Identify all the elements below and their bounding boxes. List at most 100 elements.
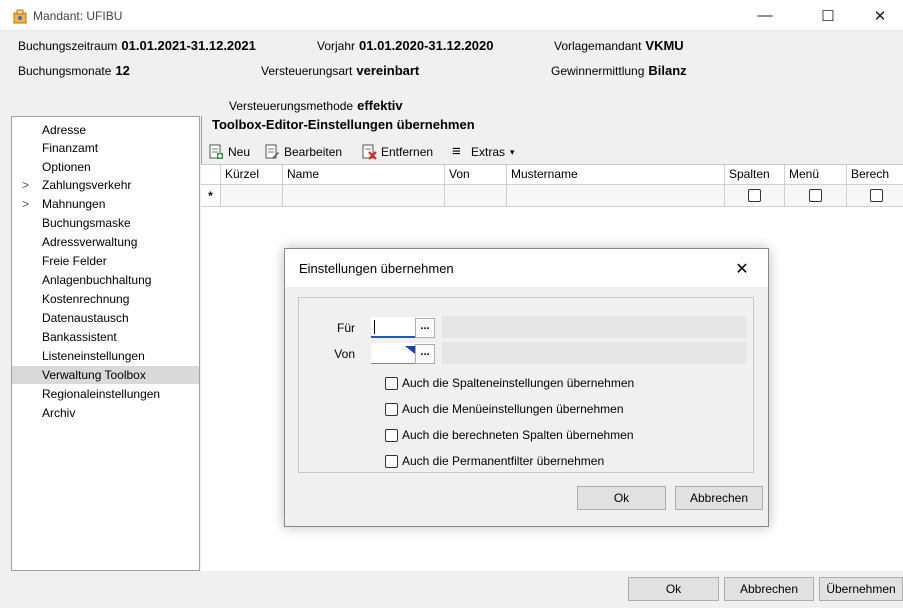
- option-checkbox[interactable]: [385, 428, 398, 442]
- nav-item-anlagenbuchhaltung[interactable]: Anlagenbuchhaltung: [12, 271, 199, 289]
- column-header-kuerzel[interactable]: Kürzel: [221, 165, 283, 185]
- option-spalteneinstellungen[interactable]: Auch die Spalteneinstellungen übernehmen: [385, 375, 634, 391]
- dialog-options-group: Für ... Von ... Auch die Spalteneinstell…: [298, 297, 754, 473]
- fuer-description-field: [442, 316, 746, 338]
- option-label: Auch die Menüeinstellungen übernehmen: [402, 402, 624, 416]
- extras-menu-button[interactable]: ≡ Extras ▾: [452, 143, 515, 161]
- column-header-name[interactable]: Name: [283, 165, 445, 185]
- nav-item-verwaltung-toolbox[interactable]: Verwaltung Toolbox: [12, 366, 199, 384]
- nav-item-freie-felder[interactable]: Freie Felder: [12, 252, 199, 270]
- nav-item-optionen[interactable]: Optionen: [12, 158, 199, 176]
- option-label: Auch die berechneten Spalten übernehmen: [402, 428, 634, 442]
- maximize-button[interactable]: ☐: [805, 0, 851, 31]
- von-label: Von: [334, 347, 355, 361]
- nav-item-adresse[interactable]: Adresse: [12, 121, 199, 139]
- nav-item-bankassistent[interactable]: Bankassistent: [12, 328, 199, 346]
- nav-item-label: Zahlungsverkehr: [42, 178, 132, 192]
- nav-item-label: Bankassistent: [42, 330, 117, 344]
- uebernehmen-button[interactable]: Übernehmen: [819, 577, 903, 601]
- bearbeiten-button[interactable]: Bearbeiten: [264, 143, 342, 161]
- versteuerungsmethode: Versteuerungsmethode effektiv: [229, 98, 403, 113]
- new-row-mustername-cell[interactable]: [507, 185, 725, 207]
- new-row-spalten-cell: [725, 185, 785, 207]
- nav-item-buchungsmaske[interactable]: Buchungsmaske: [12, 214, 199, 232]
- entfernen-button[interactable]: Entfernen: [361, 143, 433, 161]
- versteuerungsart: Versteuerungsart vereinbart: [261, 63, 419, 78]
- buchungsmonate-value: 12: [115, 63, 130, 78]
- option-checkbox[interactable]: [385, 454, 398, 468]
- column-header-menue[interactable]: Menü: [785, 165, 847, 185]
- option-checkbox[interactable]: [385, 376, 398, 390]
- column-header-mustername[interactable]: Mustername: [507, 165, 725, 185]
- new-document-icon: [209, 144, 223, 159]
- window-title: Mandant: UFIBU: [33, 9, 123, 23]
- option-menueeinstellungen[interactable]: Auch die Menüeinstellungen übernehmen: [385, 401, 624, 417]
- minimize-button[interactable]: —: [742, 0, 788, 31]
- vorlagemandant-value: VKMU: [645, 38, 684, 53]
- dialog-abbrechen-button[interactable]: Abbrechen: [675, 486, 763, 510]
- von-description-field: [442, 342, 746, 364]
- column-header-berech[interactable]: Berech: [847, 165, 903, 185]
- column-header-spalten[interactable]: Spalten: [725, 165, 785, 185]
- close-window-button[interactable]: ✕: [857, 0, 903, 31]
- versteuerungsart-label: Versteuerungsart: [261, 64, 353, 78]
- new-row-von-cell[interactable]: [445, 185, 507, 207]
- new-row-name-cell[interactable]: [283, 185, 445, 207]
- column-header-von[interactable]: Von: [445, 165, 507, 185]
- ok-button[interactable]: Ok: [628, 577, 719, 601]
- dialog-close-button[interactable]: ✕: [730, 257, 754, 281]
- nav-item-label: Archiv: [42, 406, 76, 420]
- nav-item-label: Freie Felder: [42, 254, 107, 268]
- gewinnermittlung: Gewinnermittlung Bilanz: [551, 63, 687, 78]
- buchungszeitraum-value: 01.01.2021-31.12.2021: [121, 38, 256, 53]
- von-lookup-button[interactable]: ...: [415, 344, 435, 364]
- nav-item-finanzamt[interactable]: Finanzamt: [12, 139, 199, 157]
- option-checkbox[interactable]: [385, 402, 398, 416]
- dialog-titlebar: Einstellungen übernehmen ✕: [285, 249, 768, 287]
- nav-item-label: Anlagenbuchhaltung: [42, 273, 152, 287]
- new-row-marker: *: [201, 185, 221, 207]
- vorjahr-label: Vorjahr: [317, 39, 356, 53]
- dialog-ok-button[interactable]: Ok: [577, 486, 666, 510]
- option-permanentfilter[interactable]: Auch die Permanentfilter übernehmen: [385, 453, 604, 469]
- gewinnermittlung-label: Gewinnermittlung: [551, 64, 645, 78]
- abbrechen-button[interactable]: Abbrechen: [724, 577, 814, 601]
- nav-item-label: Kostenrechnung: [42, 292, 130, 306]
- berech-checkbox[interactable]: [870, 189, 883, 202]
- nav-item-mahnungen[interactable]: > Mahnungen: [12, 195, 199, 213]
- einstellungen-uebernehmen-dialog: Einstellungen übernehmen ✕ Für ... Von .…: [284, 248, 769, 527]
- option-berechnete-spalten[interactable]: Auch die berechneten Spalten übernehmen: [385, 427, 634, 443]
- nav-item-label: Datenaustausch: [42, 311, 129, 325]
- dropdown-arrow-icon: ▾: [510, 146, 515, 157]
- neu-button[interactable]: Neu: [208, 143, 250, 161]
- nav-item-kostenrechnung[interactable]: Kostenrechnung: [12, 290, 199, 308]
- chevron-right-icon[interactable]: >: [22, 195, 29, 213]
- hamburger-menu-icon: ≡: [452, 143, 461, 160]
- vorjahr: Vorjahr 01.01.2020-31.12.2020: [317, 38, 494, 53]
- window-titlebar: Mandant: UFIBU — ☐ ✕: [0, 0, 903, 31]
- buchungsmonate: Buchungsmonate 12: [18, 63, 130, 78]
- nav-item-regionaleinstellungen[interactable]: Regionaleinstellungen: [12, 385, 199, 403]
- nav-item-listeneinstellungen[interactable]: Listeneinstellungen: [12, 347, 199, 365]
- vorjahr-value: 01.01.2020-31.12.2020: [359, 38, 494, 53]
- versteuerungsmethode-value: effektiv: [357, 98, 403, 113]
- dialog-title: Einstellungen übernehmen: [299, 261, 454, 276]
- nav-item-archiv[interactable]: Archiv: [12, 404, 199, 422]
- delete-document-icon: [362, 144, 377, 160]
- nav-item-zahlungsverkehr[interactable]: > Zahlungsverkehr: [12, 176, 199, 194]
- spalten-checkbox[interactable]: [748, 189, 761, 202]
- bearbeiten-label: Bearbeiten: [284, 145, 343, 159]
- versteuerungsmethode-label: Versteuerungsmethode: [229, 99, 354, 113]
- nav-item-label: Listeneinstellungen: [42, 349, 145, 363]
- vorlagemandant: Vorlagemandant VKMU: [554, 38, 684, 53]
- nav-item-datenaustausch[interactable]: Datenaustausch: [12, 309, 199, 327]
- nav-item-label: Adresse: [42, 123, 87, 137]
- buchungszeitraum: Buchungszeitraum 01.01.2021-31.12.2021: [18, 38, 256, 53]
- menue-checkbox[interactable]: [809, 189, 822, 202]
- chevron-right-icon[interactable]: >: [22, 176, 29, 194]
- nav-item-adressverwaltung[interactable]: Adressverwaltung: [12, 233, 199, 251]
- dropdown-corner-icon: [405, 346, 415, 354]
- option-label: Auch die Permanentfilter übernehmen: [402, 454, 605, 468]
- fuer-lookup-button[interactable]: ...: [415, 318, 435, 338]
- new-row-kuerzel-cell[interactable]: [221, 185, 283, 207]
